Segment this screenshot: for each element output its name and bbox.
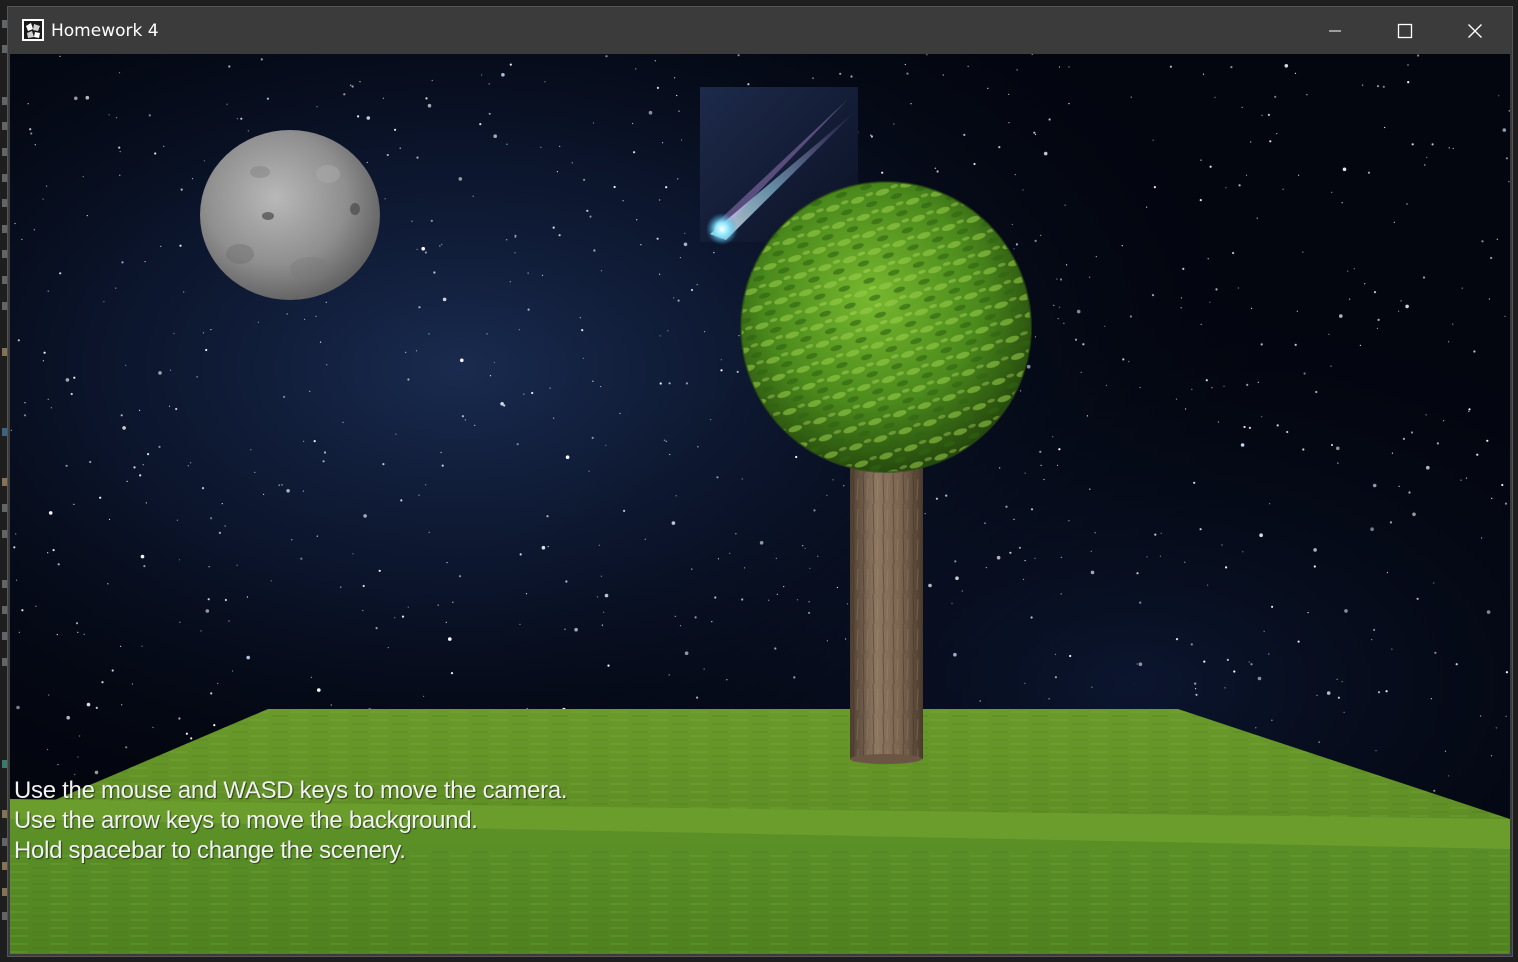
tree-foliage: [740, 181, 1032, 473]
instruction-scenery: Hold spacebar to change the scenery.: [14, 837, 406, 864]
app-icon: [22, 19, 44, 41]
opengl-viewport[interactable]: Use the mouse and WASD keys to move the …: [10, 54, 1510, 954]
maximize-button[interactable]: [1370, 7, 1440, 54]
moon-sphere: [200, 130, 380, 300]
minimize-icon: [1329, 30, 1341, 31]
app-window: Homework 4 Use the mouse and WASD keys t…: [8, 7, 1512, 956]
instruction-background: Use the arrow keys to move the backgroun…: [14, 807, 478, 834]
close-button[interactable]: [1440, 7, 1510, 54]
instruction-camera: Use the mouse and WASD keys to move the …: [14, 777, 568, 804]
title-bar[interactable]: Homework 4: [8, 7, 1512, 54]
maximize-icon: [1397, 23, 1413, 38]
close-icon: [1468, 23, 1482, 38]
tree-trunk: [850, 459, 923, 764]
window-title: Homework 4: [51, 21, 159, 41]
editor-bottom-strip: [0, 955, 1518, 962]
minimize-button[interactable]: [1300, 7, 1370, 54]
instructions-overlay: Use the mouse and WASD keys to move the …: [14, 776, 568, 866]
